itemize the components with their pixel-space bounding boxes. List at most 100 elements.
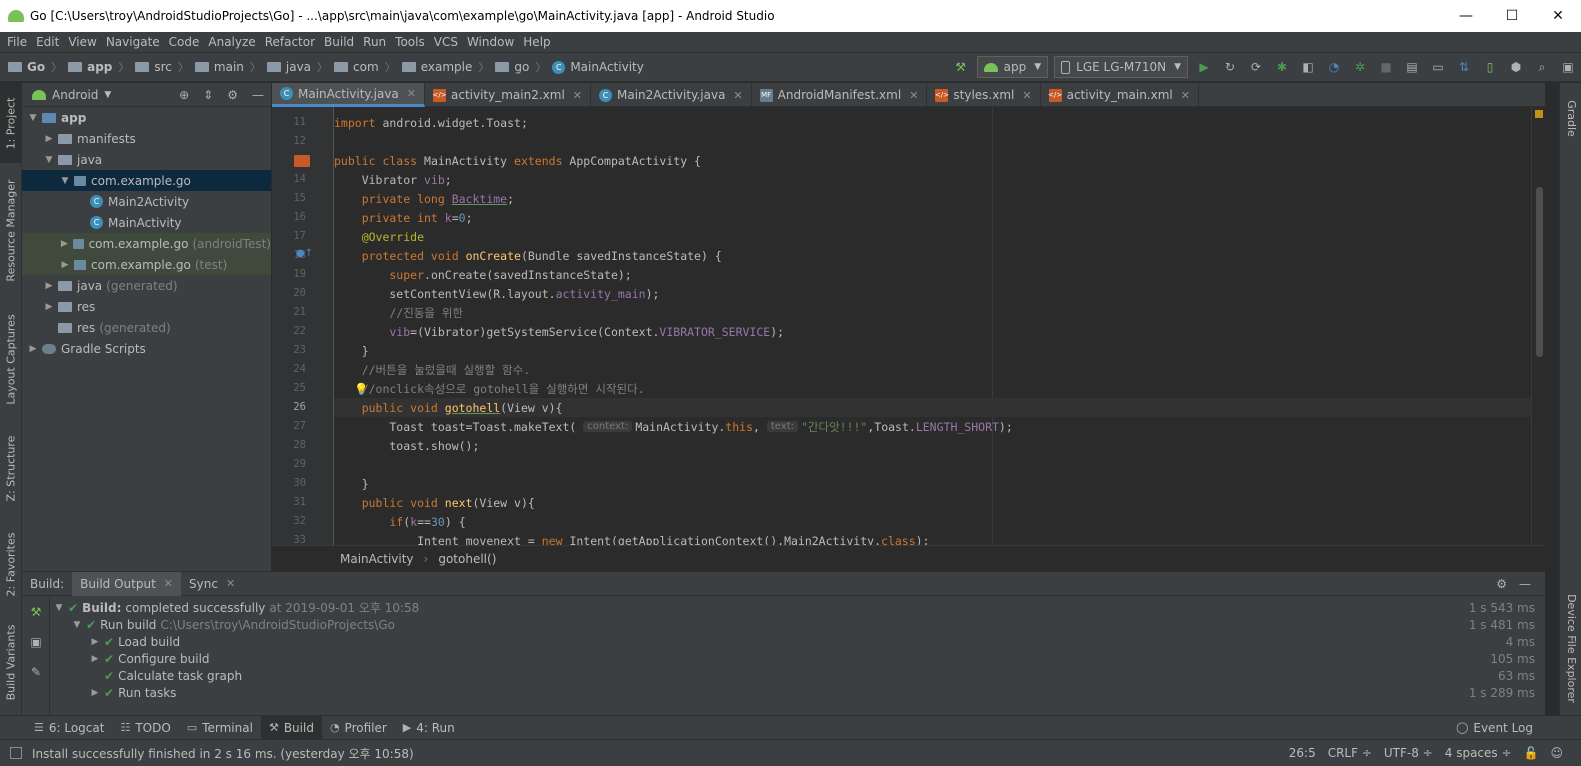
run-icon[interactable]: ▶: [1193, 56, 1215, 78]
collapsed-arrow-icon[interactable]: ▶: [42, 302, 56, 312]
sync-gradle-icon[interactable]: ⇅: [1453, 56, 1475, 78]
run-config-select[interactable]: app ▼: [976, 56, 1049, 78]
build-row[interactable]: ▶ ✔ Load build 4 ms: [50, 633, 1545, 650]
tree-item-manifests[interactable]: ▶ manifests: [22, 128, 271, 149]
build-row[interactable]: ▶ ✔ Configure build 105 ms: [50, 650, 1545, 667]
project-view-select[interactable]: Android: [52, 88, 98, 102]
menu-tools[interactable]: Tools: [392, 35, 428, 49]
collapsed-arrow-icon[interactable]: ▶: [88, 654, 102, 664]
close-icon[interactable]: ✕: [573, 89, 582, 102]
tree-item-package-androidtest[interactable]: ▶ com.example.go (androidTest): [22, 233, 271, 254]
close-icon[interactable]: ✕: [164, 577, 173, 590]
menu-view[interactable]: View: [65, 35, 99, 49]
build-row[interactable]: ▶ ✔ Run tasks 1 s 289 ms: [50, 684, 1545, 701]
menu-code[interactable]: Code: [166, 35, 203, 49]
tab-styles-xml[interactable]: </> styles.xml ✕: [927, 83, 1041, 107]
hide-icon[interactable]: —: [1519, 577, 1531, 591]
tree-item-package-test[interactable]: ▶ com.example.go (test): [22, 254, 271, 275]
menu-file[interactable]: File: [4, 35, 30, 49]
crumb-go-pkg[interactable]: go: [495, 60, 529, 74]
toolwindow-terminal[interactable]: ▭ Terminal: [179, 716, 261, 740]
close-icon[interactable]: ✕: [733, 89, 742, 102]
lightbulb-icon[interactable]: 💡: [354, 382, 368, 396]
search-icon[interactable]: ⌕: [1531, 56, 1553, 78]
tab-layout-captures[interactable]: Layout Captures: [0, 305, 22, 413]
breadcrumb-class[interactable]: MainActivity: [340, 552, 414, 566]
console-toggle-icon[interactable]: ▣: [22, 627, 50, 657]
menu-build[interactable]: Build: [321, 35, 357, 49]
toolwindow-run[interactable]: ▶ 4: Run: [395, 716, 463, 740]
tab-mainactivity-java[interactable]: C MainActivity.java ✕: [272, 83, 425, 107]
tree-item-java-generated[interactable]: ▶ java (generated): [22, 275, 271, 296]
tree-item-mainactivity[interactable]: C MainActivity: [22, 212, 271, 233]
tab-build-output[interactable]: Build Output ✕: [72, 571, 182, 596]
tree-item-res[interactable]: ▶ res: [22, 296, 271, 317]
tab-gradle[interactable]: Gradle: [1560, 83, 1581, 153]
menu-run[interactable]: Run: [360, 35, 389, 49]
assistant-icon[interactable]: ▣: [1557, 56, 1579, 78]
crumb-mainactivity[interactable]: C MainActivity: [552, 60, 644, 74]
tab-androidmanifest-xml[interactable]: MF AndroidManifest.xml ✕: [752, 83, 928, 107]
toolwindow-todo[interactable]: ☷ TODO: [112, 716, 178, 740]
tab-activity-main-xml[interactable]: </> activity_main.xml ✕: [1041, 83, 1199, 107]
menu-edit[interactable]: Edit: [33, 35, 62, 49]
expanded-arrow-icon[interactable]: ▼: [42, 155, 56, 165]
build-row[interactable]: ▼ ✔ Run build C:\Users\troy\AndroidStudioPr…: [50, 616, 1545, 633]
avd-manager-icon[interactable]: ▯: [1479, 56, 1501, 78]
pin-icon[interactable]: ✎: [22, 657, 50, 687]
debug-icon[interactable]: ✱: [1271, 56, 1293, 78]
crumb-com[interactable]: com: [334, 60, 379, 74]
collapsed-arrow-icon[interactable]: ▶: [42, 134, 56, 144]
crumb-src[interactable]: src: [135, 60, 172, 74]
menu-window[interactable]: Window: [464, 35, 517, 49]
device-select[interactable]: LGE LG-M710N ▼: [1054, 56, 1188, 78]
breadcrumb-method[interactable]: gotohell(): [438, 552, 496, 566]
menu-analyze[interactable]: Analyze: [205, 35, 258, 49]
editor-scrollbar[interactable]: [1531, 107, 1545, 545]
menu-vcs[interactable]: VCS: [431, 35, 461, 49]
warning-marker-icon[interactable]: [1535, 110, 1543, 118]
toolwindow-profiler[interactable]: ◔ Profiler: [322, 716, 395, 740]
tab-device-file-explorer[interactable]: Device File Explorer: [1560, 583, 1581, 713]
expanded-arrow-icon[interactable]: ▼: [58, 176, 72, 186]
minimize-button[interactable]: —: [1443, 0, 1489, 32]
tab-structure[interactable]: Z: Structure: [0, 425, 22, 511]
collapsed-arrow-icon[interactable]: ▶: [88, 637, 102, 647]
apply-changes-icon[interactable]: ⟳: [1245, 56, 1267, 78]
tree-item-gradle-scripts[interactable]: ▶ Gradle Scripts: [22, 338, 271, 359]
rerun-icon[interactable]: ↻: [1219, 56, 1241, 78]
dropdown-arrow-icon[interactable]: ▼: [104, 90, 111, 100]
crumb-go[interactable]: Go: [8, 60, 45, 74]
hammer-build-icon[interactable]: ⚒: [950, 56, 972, 78]
collapsed-arrow-icon[interactable]: ▶: [88, 688, 102, 698]
attach-debugger-icon[interactable]: ✲: [1349, 56, 1371, 78]
maximize-button[interactable]: ☐: [1489, 0, 1535, 32]
toolwindow-build[interactable]: ⚒ Build: [260, 715, 322, 740]
gear-icon[interactable]: ⚙: [1496, 577, 1507, 591]
lock-icon[interactable]: 🔓: [1524, 746, 1539, 760]
tree-item-app[interactable]: ▼ app: [22, 107, 271, 128]
menu-refactor[interactable]: Refactor: [262, 35, 318, 49]
hammer-icon[interactable]: ⚒: [22, 597, 50, 627]
expanded-arrow-icon[interactable]: ▼: [52, 603, 66, 613]
tool-windows-toggle-icon[interactable]: [10, 747, 22, 759]
close-icon[interactable]: ✕: [1181, 89, 1190, 102]
gear-icon[interactable]: ⚙: [227, 88, 238, 102]
collapsed-arrow-icon[interactable]: ▶: [42, 281, 56, 291]
line-separator[interactable]: CRLF ÷: [1328, 746, 1372, 760]
tab-favorites[interactable]: 2: Favorites: [0, 523, 22, 605]
collapsed-arrow-icon[interactable]: ▶: [58, 260, 72, 270]
tree-item-res-generated[interactable]: res (generated): [22, 317, 271, 338]
menu-help[interactable]: Help: [520, 35, 553, 49]
file-encoding[interactable]: UTF-8 ÷: [1384, 746, 1433, 760]
coverage-icon[interactable]: ◧: [1297, 56, 1319, 78]
hide-icon[interactable]: —: [252, 88, 264, 102]
code-editor[interactable]: 11 12 13 14 15 16 17 18 19 20 21 22 23 2…: [272, 107, 1545, 545]
close-button[interactable]: ✕: [1535, 0, 1581, 32]
collapsed-arrow-icon[interactable]: ▶: [58, 239, 71, 249]
indent-setting[interactable]: 4 spaces ÷: [1445, 746, 1512, 760]
crumb-app[interactable]: app: [68, 60, 112, 74]
override-marker-icon[interactable]: ●↑: [296, 248, 313, 259]
toolwindow-event-log[interactable]: ◯ Event Log: [1448, 716, 1541, 740]
collapsed-arrow-icon[interactable]: ▶: [26, 344, 40, 354]
